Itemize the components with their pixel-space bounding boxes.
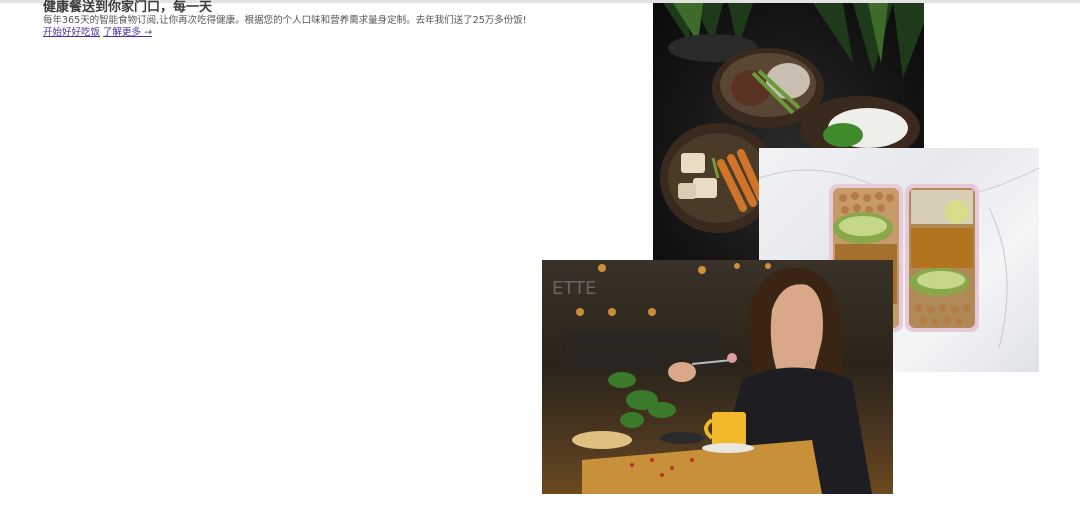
hero-text-block: 健康餐送到你家门口，每一天 每年365天的智能食物订阅,让你再次吃得健康。根据您… — [43, 1, 643, 39]
start-eating-link[interactable]: 开始好好吃饭 — [43, 27, 100, 38]
learn-more-link[interactable]: 了解更多 → — [103, 27, 152, 38]
hero-title: 健康餐送到你家门口，每一天 — [43, 0, 213, 15]
cafe-illustration: ETTE — [552, 263, 872, 494]
hero-links: 开始好好吃饭 了解更多 → — [43, 27, 643, 39]
woman-eating-in-cafe-photo: ETTE — [542, 260, 893, 494]
hero-subtitle: 每年365天的智能食物订阅,让你再次吃得健康。根据您的个人口味和营养需求量身定制… — [43, 15, 527, 26]
svg-text:ETTE: ETTE — [552, 278, 596, 299]
